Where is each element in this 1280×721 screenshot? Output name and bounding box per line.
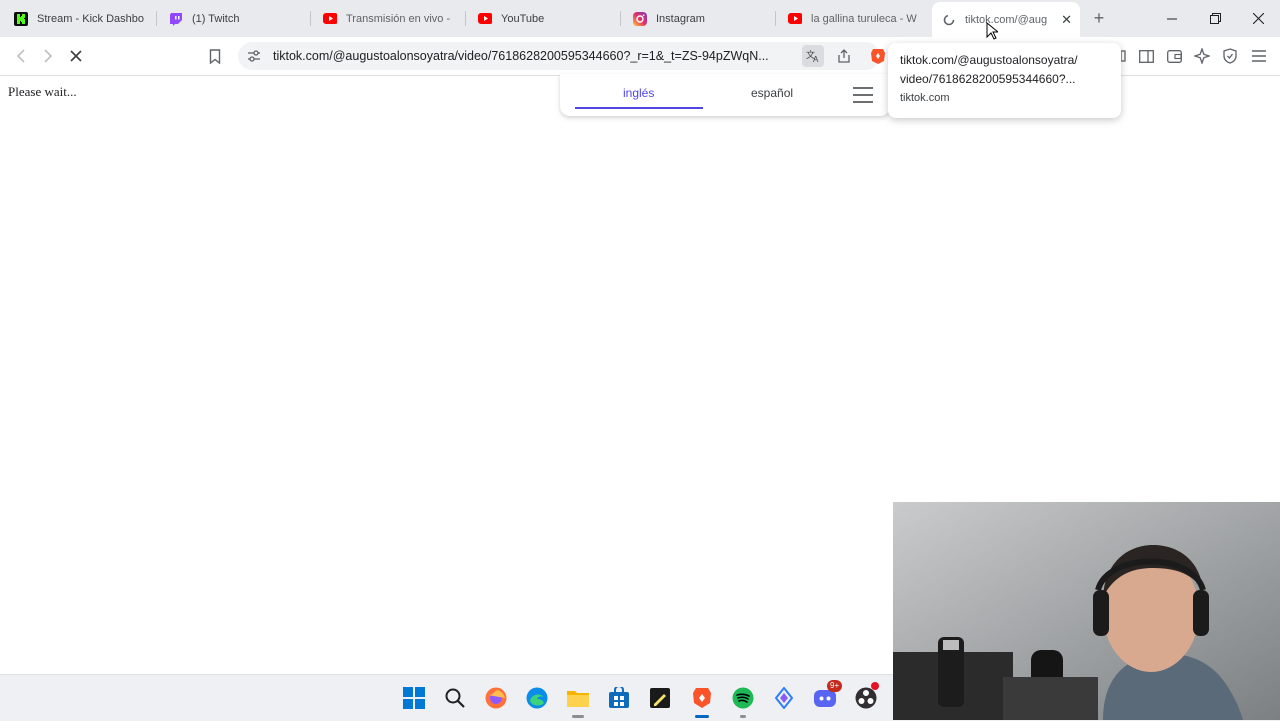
- sticky-notes-icon[interactable]: [647, 685, 673, 711]
- tab-hover-card: tiktok.com/@augustoalonsoyatra/ video/76…: [888, 43, 1121, 118]
- instagram-icon: [633, 11, 647, 26]
- tab-kick[interactable]: Stream - Kick Dashbo: [8, 4, 156, 33]
- tab-title: YouTube: [501, 12, 545, 25]
- hover-card-title-line: video/7618628200595344660?...: [900, 72, 1076, 86]
- address-bar[interactable]: tiktok.com/@augustoalonsoyatra/video/761…: [238, 42, 880, 70]
- tab-title: Stream - Kick Dashbo: [37, 12, 144, 25]
- search-icon[interactable]: [442, 685, 468, 711]
- hover-card-title: tiktok.com/@augustoalonsoyatra/ video/76…: [900, 51, 1078, 89]
- new-tab-button[interactable]: +: [1078, 0, 1120, 37]
- close-icon[interactable]: ✕: [1053, 12, 1080, 28]
- back-button[interactable]: [10, 45, 32, 67]
- translate-options-icon[interactable]: [853, 87, 873, 108]
- tab-separator: [310, 11, 311, 26]
- tab-title: (1) Twitch: [192, 12, 240, 25]
- twitch-icon: [169, 12, 183, 26]
- youtube-icon: [323, 12, 337, 26]
- youtube-icon: [478, 12, 492, 26]
- tab-separator: [620, 11, 621, 26]
- sidebar-icon[interactable]: [1135, 45, 1157, 67]
- windows-start-icon[interactable]: [401, 685, 427, 711]
- tab-tiktok-active[interactable]: tiktok.com/@aug ✕: [932, 2, 1080, 37]
- forward-button[interactable]: [37, 45, 59, 67]
- recording-indicator: [871, 682, 879, 690]
- spotify-icon[interactable]: [730, 685, 756, 718]
- active-tab-indicator: [575, 107, 703, 109]
- notification-badge: 9+: [827, 680, 843, 692]
- tab-youtube-live[interactable]: Transmisión en vivo -: [317, 4, 457, 33]
- vpn-shield-icon[interactable]: [1219, 45, 1241, 67]
- loading-icon: [942, 13, 956, 27]
- brave-icon[interactable]: [689, 685, 715, 718]
- tab-separator: [465, 11, 466, 26]
- translate-icon[interactable]: 文A: [802, 45, 824, 67]
- source-language-tab[interactable]: inglés: [623, 86, 654, 100]
- tab-youtube[interactable]: YouTube: [472, 4, 620, 33]
- translate-popup: inglés español: [560, 74, 890, 116]
- webcam-overlay: [893, 502, 1280, 720]
- obs-icon[interactable]: [853, 682, 879, 711]
- youtube-icon: [788, 12, 802, 26]
- mouse-cursor-icon: [986, 22, 998, 40]
- menu-icon[interactable]: [1248, 45, 1270, 67]
- share-icon[interactable]: [836, 48, 852, 64]
- tab-title: Transmisión en vivo -: [346, 12, 451, 25]
- wallet-icon[interactable]: [1163, 45, 1185, 67]
- stop-loading-button[interactable]: [65, 45, 87, 67]
- page-status-text: Please wait...: [8, 84, 77, 99]
- plus-icon: +: [1093, 8, 1105, 28]
- bookmark-icon[interactable]: [204, 45, 226, 67]
- leo-ai-icon[interactable]: [1191, 45, 1213, 67]
- url-text: tiktok.com/@augustoalonsoyatra/video/761…: [273, 49, 769, 63]
- tab-separator: [156, 11, 157, 26]
- tab-title: tiktok.com/@aug: [965, 13, 1048, 26]
- kick-icon: [14, 11, 28, 26]
- restore-button[interactable]: [1194, 0, 1236, 37]
- hover-card-title-line: tiktok.com/@augustoalonsoyatra/: [900, 53, 1078, 67]
- firefox-icon[interactable]: [483, 685, 509, 711]
- tab-strip: Stream - Kick Dashbo (1) Twitch Transmis…: [0, 0, 1280, 37]
- tab-title: la gallina turuleca - W: [811, 12, 917, 25]
- tab-title: Instagram: [656, 12, 705, 25]
- tab-instagram[interactable]: Instagram: [627, 4, 775, 33]
- discord-icon[interactable]: 9+: [812, 680, 843, 711]
- target-language-tab[interactable]: español: [751, 86, 793, 100]
- minimize-button[interactable]: [1151, 0, 1193, 37]
- file-explorer-icon[interactable]: [565, 685, 591, 718]
- tab-la-gallina[interactable]: la gallina turuleca - W: [782, 4, 927, 33]
- svg-text:A: A: [813, 55, 819, 63]
- hover-card-domain: tiktok.com: [900, 92, 950, 104]
- store-icon[interactable]: [606, 685, 632, 711]
- app-icon[interactable]: [771, 685, 797, 711]
- tab-separator: [775, 11, 776, 26]
- brave-shields-icon[interactable]: [867, 45, 889, 67]
- tab-twitch[interactable]: (1) Twitch: [163, 4, 308, 33]
- site-settings-icon[interactable]: [246, 48, 262, 64]
- edge-icon[interactable]: [524, 685, 550, 711]
- close-window-button[interactable]: [1237, 0, 1279, 37]
